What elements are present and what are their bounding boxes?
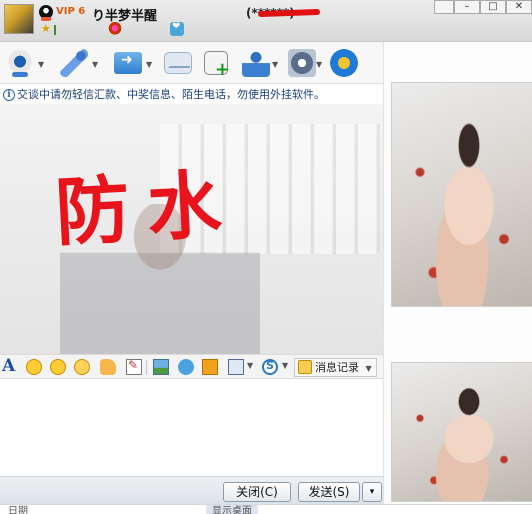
divider [146,360,147,375]
handwritten-text: 防水 [53,161,242,257]
doodle-icon[interactable] [126,358,142,375]
chevron-down-icon[interactable]: ▼ [38,60,44,69]
contact-photo-large[interactable] [391,82,532,307]
thumbs-up-icon[interactable] [100,359,116,375]
send-options-button[interactable]: ▾ [362,482,382,502]
screenshot-icon[interactable] [228,359,244,375]
info-icon: i [3,89,15,101]
format-toolbar: A ▼ ▼ 消息记录 ▼ [0,354,383,379]
send-button[interactable]: 发送(S) [298,482,360,502]
qq-penguin-icon [39,5,53,21]
vip-badge: VIP 6 [56,6,86,17]
minimize-button[interactable]: – [454,0,480,14]
heart-icon[interactable] [170,21,184,36]
send-image-icon[interactable] [153,359,169,375]
message-log-icon [298,360,312,374]
chevron-down-icon: ▼ [365,364,372,373]
contact-nickname[interactable]: り半梦半醒 [92,5,157,24]
chevron-down-icon[interactable]: ▼ [272,60,278,69]
music-icon[interactable] [178,359,194,375]
chevron-down-icon[interactable]: ▼ [316,60,322,69]
chevron-down-icon[interactable]: ▼ [282,361,288,370]
close-button[interactable]: 关闭(C) [223,482,291,502]
action-bar: 关闭(C) 发送(S) ▾ [0,476,383,504]
microphone-icon[interactable] [60,49,88,77]
taskbar-item[interactable]: 显示桌面 [206,505,258,514]
avatar[interactable] [4,4,34,34]
message-input[interactable] [0,380,383,476]
magic-emoji-icon[interactable] [50,359,66,375]
close-window-button[interactable]: ✕ [506,0,532,14]
settings-icon[interactable] [288,49,316,77]
window-controls: – □ ✕ [434,0,532,14]
signal-icon [54,25,56,35]
main-toolbar: ▼ ▼ ▼ ▼ ▼ [0,42,383,84]
gift-icon[interactable] [202,359,218,375]
taskbar-text: 日期 [8,506,28,514]
title-bar: VIP 6 り半梦半醒 (******) ★ – □ ✕ [0,0,532,42]
add-note-icon[interactable] [204,51,230,80]
taskbar: 日期 显示桌面 [0,504,532,514]
chevron-down-icon[interactable]: ▼ [247,361,253,370]
redaction-mark [257,8,321,18]
maximize-button[interactable]: □ [480,0,506,14]
mail-icon[interactable] [164,52,192,74]
send-file-icon[interactable] [114,52,142,74]
browser-icon[interactable] [330,49,358,77]
status-icon[interactable] [108,22,122,36]
font-button[interactable]: A [2,356,15,376]
shake-icon[interactable] [74,359,90,375]
profile-icon[interactable] [242,49,270,77]
chat-history-area[interactable]: 防水 [0,104,383,354]
message-log-button[interactable]: 消息记录 ▼ [294,358,377,377]
sogou-input-icon[interactable] [262,359,278,375]
message-log-label: 消息记录 [315,361,359,374]
chevron-down-icon[interactable]: ▼ [146,60,152,69]
contact-show-panel [383,42,532,504]
star-icon: ★ [41,22,51,35]
own-photo[interactable] [391,362,532,502]
video-camera-icon[interactable] [6,49,34,77]
security-notice: i 交谈中请勿轻信汇款、中奖信息、陌生电话，勿使用外挂软件。 [0,86,383,104]
notice-text: 交谈中请勿轻信汇款、中奖信息、陌生电话，勿使用外挂软件。 [17,88,325,101]
menu-button[interactable] [434,0,454,14]
chevron-down-icon[interactable]: ▼ [92,60,98,69]
emoji-icon[interactable] [26,359,42,375]
